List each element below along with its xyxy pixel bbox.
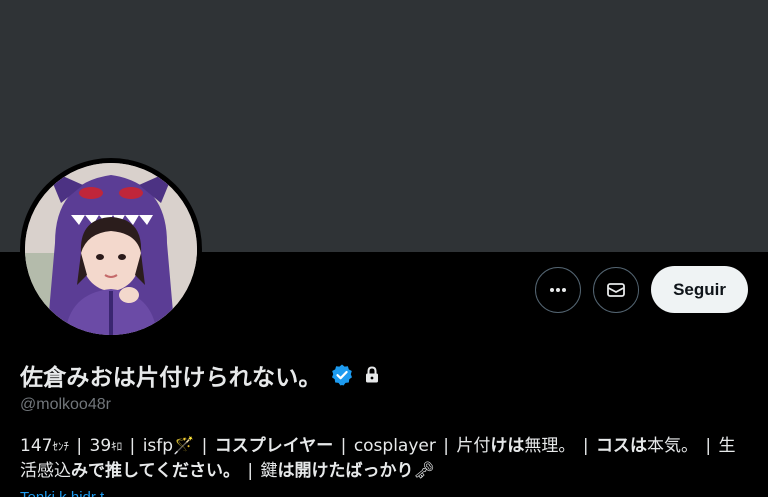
bio-height: 147 bbox=[20, 436, 53, 456]
bio-mbti: isfp bbox=[142, 436, 174, 456]
profile-bio: 147ｾﾝﾁ | 39ｷﾛ | isfp🪄 | コスプレイヤー | cospla… bbox=[20, 436, 736, 481]
bio-cos-a: コスは bbox=[595, 436, 647, 456]
bio-age: 39 bbox=[89, 436, 112, 456]
display-name: 佐倉みおは片付けられない。 bbox=[20, 365, 322, 391]
envelope-icon bbox=[607, 282, 625, 297]
bio-key-a: 鍵 bbox=[260, 461, 278, 481]
more-button[interactable] bbox=[535, 266, 582, 313]
bio-key-c: 開けたばっかり bbox=[294, 461, 414, 481]
avatar-image bbox=[25, 163, 197, 335]
more-horizontal-icon bbox=[550, 287, 567, 292]
message-button[interactable] bbox=[593, 266, 640, 313]
bio-cos-b: 本気。 bbox=[646, 436, 698, 456]
profile-actions: Seguir bbox=[535, 266, 748, 313]
name-row: 佐倉みおは片付けられない。 bbox=[20, 358, 382, 392]
profile-avatar[interactable] bbox=[20, 158, 202, 340]
bio-role: コスプレイヤー bbox=[214, 436, 334, 456]
avatar-illustration bbox=[25, 163, 197, 335]
bio-tidy-b: けは bbox=[490, 436, 525, 456]
bio-role-en: cosplayer bbox=[353, 436, 436, 456]
follow-button[interactable]: Seguir bbox=[651, 266, 748, 313]
old-key-icon: 🗝 bbox=[413, 461, 436, 481]
handle: @molkoo48r bbox=[20, 396, 111, 413]
magic-wand-icon: 🪄 bbox=[173, 436, 195, 456]
bio-life-b: みで推してください。 bbox=[71, 461, 240, 481]
bio-tidy-c: 無理。 bbox=[524, 436, 576, 456]
bio-tidy-a: 片付 bbox=[456, 436, 491, 456]
bio-height-unit: ｾﾝﾁ bbox=[52, 440, 69, 453]
bio-age-unit: ｷﾛ bbox=[111, 440, 123, 453]
bio-key-b: は bbox=[277, 461, 295, 481]
profile-link[interactable]: Tenki k hidr t bbox=[20, 489, 104, 497]
verified-badge-icon[interactable] bbox=[330, 363, 354, 387]
lock-icon bbox=[365, 366, 378, 383]
